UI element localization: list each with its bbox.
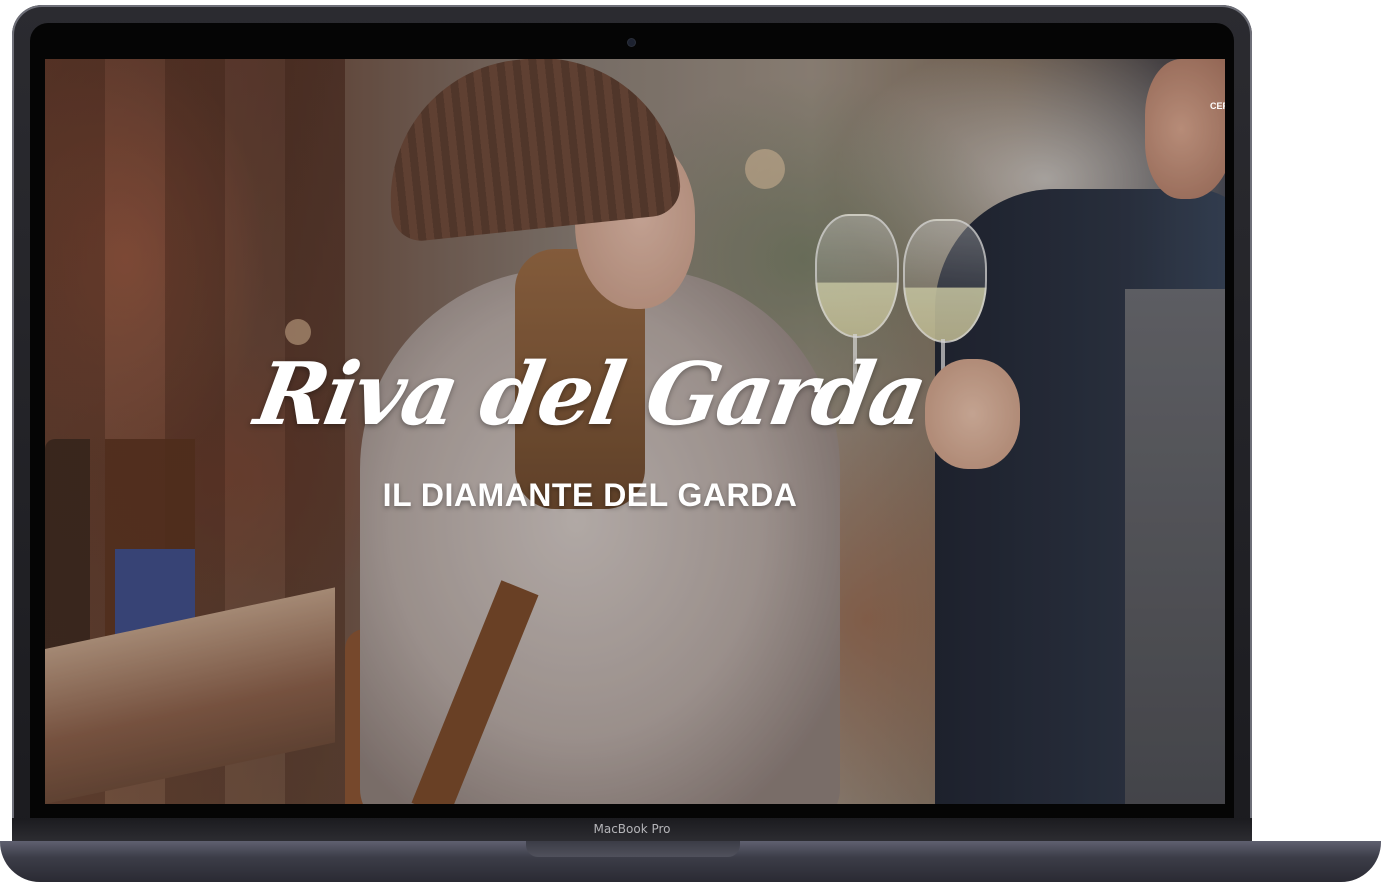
- website-screen: Riva del Garda IL DIAMANTE DEL GARDA CER: [45, 59, 1225, 804]
- laptop-chin: MacBook Pro: [12, 818, 1252, 841]
- hero-subtitle: IL DIAMANTE DEL GARDA: [382, 477, 798, 513]
- device-brand-label: MacBook Pro: [593, 822, 671, 836]
- nav-menu-item[interactable]: CER: [1210, 101, 1225, 111]
- camera-icon: [628, 39, 635, 46]
- laptop-base-notch: [526, 841, 740, 857]
- hero-title: Riva del Garda: [248, 344, 932, 445]
